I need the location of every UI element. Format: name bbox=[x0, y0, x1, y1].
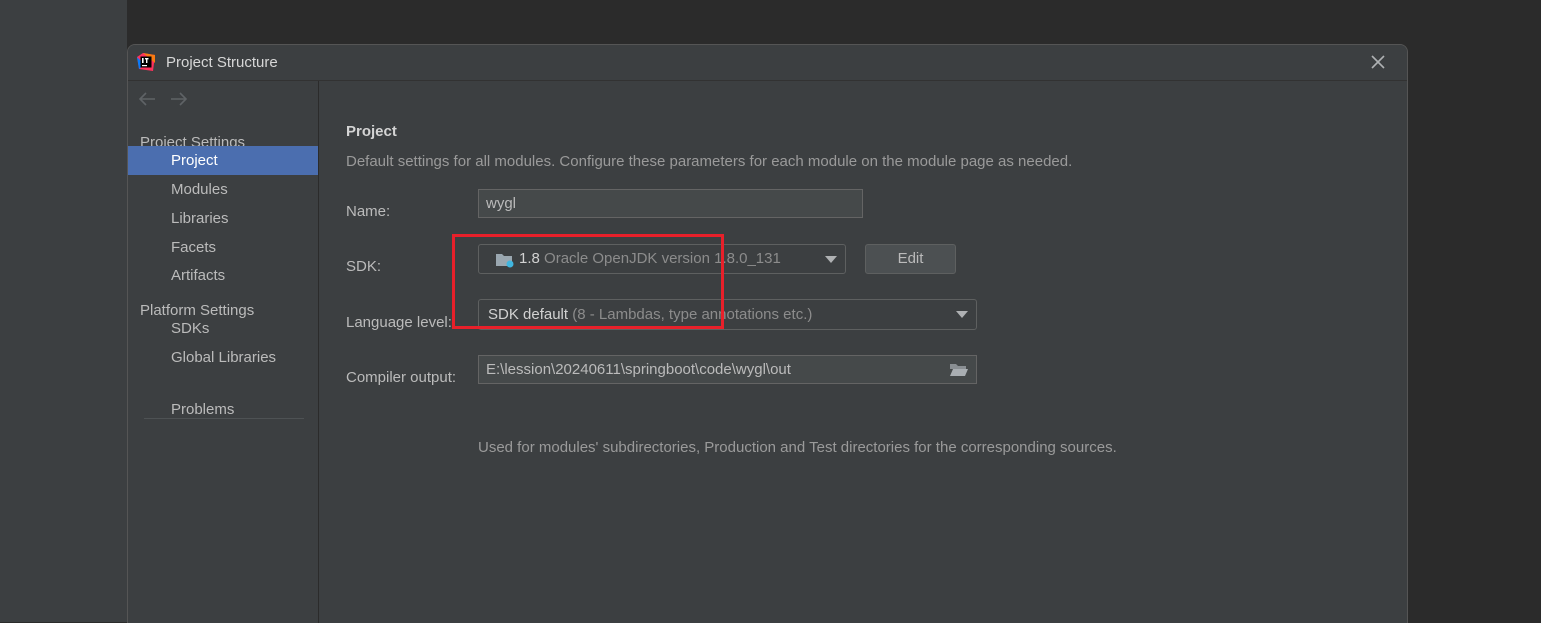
arrow-right-icon[interactable] bbox=[169, 90, 189, 108]
sidebar-item-project[interactable]: Project bbox=[128, 146, 318, 175]
name-field[interactable] bbox=[479, 190, 862, 217]
chevron-down-icon bbox=[825, 256, 837, 263]
edit-sdk-button[interactable]: Edit bbox=[865, 244, 956, 274]
compiler-output-hint: Used for modules' subdirectories, Produc… bbox=[478, 439, 1117, 456]
window-title: Project Structure bbox=[166, 54, 278, 71]
language-level-dropdown[interactable]: SDK default (8 - Lambdas, type annotatio… bbox=[478, 299, 977, 330]
arrow-left-icon[interactable] bbox=[137, 90, 157, 108]
sdk-label: SDK: bbox=[346, 258, 382, 275]
page-title: Project bbox=[346, 123, 397, 140]
close-icon[interactable] bbox=[1369, 53, 1387, 71]
sidebar: Project Settings Project Modules Librari… bbox=[128, 81, 319, 623]
background-left-panel bbox=[0, 0, 127, 622]
sidebar-item-modules[interactable]: Modules bbox=[128, 175, 318, 204]
sidebar-item-sdks[interactable]: SDKs bbox=[128, 314, 318, 343]
chevron-down-icon bbox=[956, 311, 968, 318]
title-bar: Project Structure bbox=[128, 45, 1407, 81]
sidebar-item-libraries[interactable]: Libraries bbox=[128, 204, 318, 233]
compiler-output-wrapper bbox=[478, 355, 977, 384]
folder-icon[interactable] bbox=[949, 362, 968, 378]
compiler-output-label: Compiler output: bbox=[346, 369, 457, 386]
sidebar-item-global-libraries[interactable]: Global Libraries bbox=[128, 343, 318, 372]
project-structure-dialog: Project Structure Project Settings Proje… bbox=[127, 44, 1408, 623]
sdk-detail: Oracle OpenJDK version 1.8.0_131 bbox=[544, 250, 781, 267]
sidebar-item-problems[interactable]: Problems bbox=[128, 395, 318, 424]
project-settings-panel: Project Default settings for all modules… bbox=[319, 81, 1407, 623]
intellij-icon bbox=[137, 53, 155, 71]
language-level-value: SDK default bbox=[488, 306, 569, 323]
language-level-label: Language level: bbox=[346, 314, 452, 331]
name-label: Name: bbox=[346, 203, 391, 220]
sdk-version: 1.8 bbox=[519, 250, 540, 267]
jdk-folder-icon bbox=[496, 254, 514, 268]
sidebar-item-facets[interactable]: Facets bbox=[128, 233, 318, 262]
name-field-wrapper bbox=[478, 189, 863, 218]
page-description: Default settings for all modules. Config… bbox=[346, 153, 1073, 170]
sidebar-item-artifacts[interactable]: Artifacts bbox=[128, 261, 318, 290]
sdk-dropdown[interactable]: 1.8 Oracle OpenJDK version 1.8.0_131 bbox=[478, 244, 846, 274]
compiler-output-field[interactable] bbox=[479, 356, 939, 383]
language-level-detail: (8 - Lambdas, type annotations etc.) bbox=[572, 306, 813, 323]
